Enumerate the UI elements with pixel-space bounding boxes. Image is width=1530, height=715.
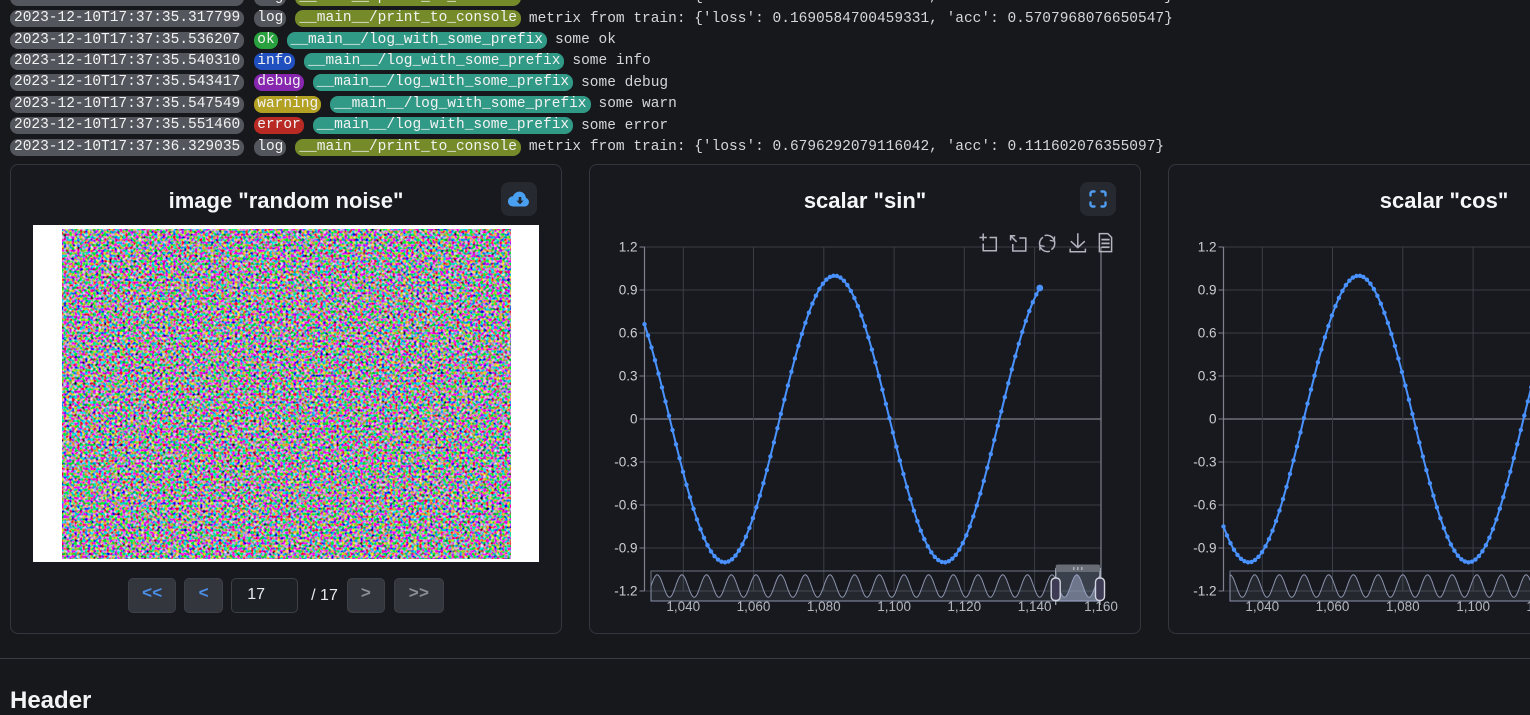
svg-text:1.2: 1.2 xyxy=(1198,240,1217,255)
svg-text:0: 0 xyxy=(1209,412,1217,427)
svg-text:-0.6: -0.6 xyxy=(1193,498,1216,513)
svg-text:0.3: 0.3 xyxy=(619,369,638,384)
svg-text:1.2: 1.2 xyxy=(619,240,638,255)
svg-text:-0.3: -0.3 xyxy=(1193,455,1216,470)
svg-text:-0.6: -0.6 xyxy=(614,498,637,513)
svg-text:-0.9: -0.9 xyxy=(1193,541,1216,556)
svg-text:0: 0 xyxy=(630,412,638,427)
svg-text:-1.2: -1.2 xyxy=(614,584,637,599)
svg-text:0.3: 0.3 xyxy=(1198,369,1217,384)
svg-text:0.6: 0.6 xyxy=(1198,326,1217,341)
svg-text:0.9: 0.9 xyxy=(619,283,638,298)
svg-text:0.6: 0.6 xyxy=(619,326,638,341)
svg-text:-0.3: -0.3 xyxy=(614,455,637,470)
svg-text:-1.2: -1.2 xyxy=(1193,584,1216,599)
svg-text:0.9: 0.9 xyxy=(1198,283,1217,298)
svg-text:-0.9: -0.9 xyxy=(614,541,637,556)
